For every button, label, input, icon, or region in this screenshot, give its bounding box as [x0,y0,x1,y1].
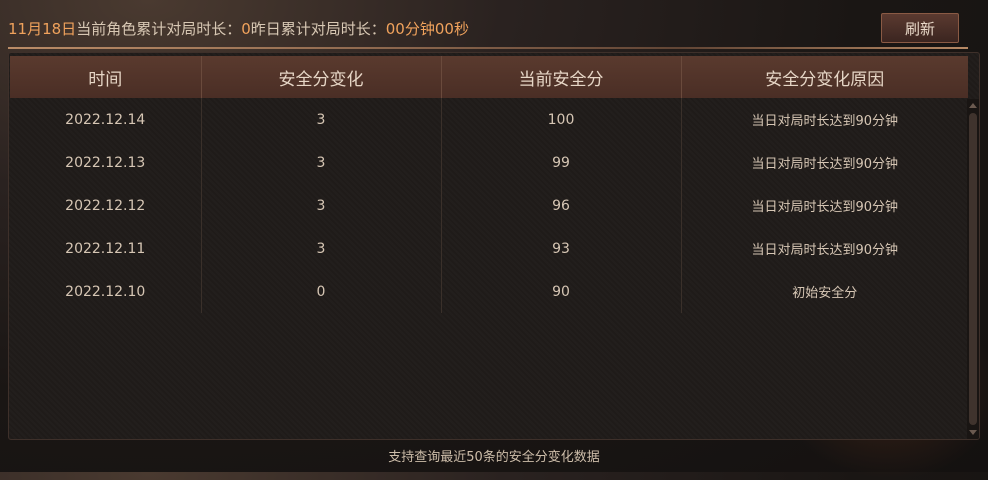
table-header-row: 时间 安全分变化 当前安全分 安全分变化原因 [10,56,968,98]
cell-time: 2022.12.10 [65,283,146,300]
cell-score: 93 [440,227,681,270]
cell-score: 90 [440,270,681,313]
cell-change: 0 [200,270,441,313]
info-yesterday-value: 00分钟00秒 [385,20,469,38]
column-header-time: 时间 [88,69,123,90]
scroll-down-arrow-icon[interactable] [969,430,977,435]
info-today-value: 0 [241,20,251,38]
column-header-reason: 安全分变化原因 [680,56,968,98]
table-row: 2022.12.13 3 99 当日对局时长达到90分钟 [10,141,968,184]
table-row: 2022.12.12 3 96 当日对局时长达到90分钟 [10,184,968,227]
playtime-info: 11月18日当前角色累计对局时长：0昨日累计对局时长：00分钟00秒 [8,19,469,39]
table-scrollbar[interactable] [967,99,979,439]
cell-score: 100 [440,98,681,141]
info-yesterday-label: 昨日累计对局时长： [250,20,386,38]
table-row: 2022.12.10 0 90 初始安全分 [10,270,968,313]
cell-time: 2022.12.12 [65,197,146,214]
cell-time: 2022.12.14 [65,111,146,128]
cell-change: 3 [200,227,441,270]
scroll-up-arrow-icon[interactable] [969,103,977,108]
header-divider [8,47,968,49]
cell-change: 3 [200,184,441,227]
cell-reason: 当日对局时长达到90分钟 [680,184,968,227]
cell-reason: 当日对局时长达到90分钟 [680,98,968,141]
cell-change: 3 [200,141,441,184]
table-row: 2022.12.11 3 93 当日对局时长达到90分钟 [10,227,968,270]
score-history-panel: 时间 安全分变化 当前安全分 安全分变化原因 2022.12.14 3 100 … [8,52,980,440]
cell-time: 2022.12.13 [65,154,146,171]
cell-score: 99 [440,141,681,184]
info-today-label: 当前角色累计对局时长： [76,20,242,38]
cell-time: 2022.12.11 [65,240,146,257]
cell-change: 3 [200,98,441,141]
cell-reason: 初始安全分 [680,270,968,313]
cell-reason: 当日对局时长达到90分钟 [680,141,968,184]
cell-score: 96 [440,184,681,227]
score-history-table: 时间 安全分变化 当前安全分 安全分变化原因 2022.12.14 3 100 … [10,56,968,313]
header-bar: 11月18日当前角色累计对局时长：0昨日累计对局时长：00分钟00秒 刷新 [0,0,988,52]
cell-reason: 当日对局时长达到90分钟 [680,227,968,270]
table-row: 2022.12.14 3 100 当日对局时长达到90分钟 [10,98,968,141]
scrollbar-thumb[interactable] [969,113,977,425]
refresh-button[interactable]: 刷新 [881,13,959,43]
footer-note: 支持查询最近50条的安全分变化数据 [388,450,600,465]
column-header-change: 安全分变化 [200,56,441,98]
column-header-score: 当前安全分 [440,56,681,98]
info-date: 11月18日 [8,20,77,38]
